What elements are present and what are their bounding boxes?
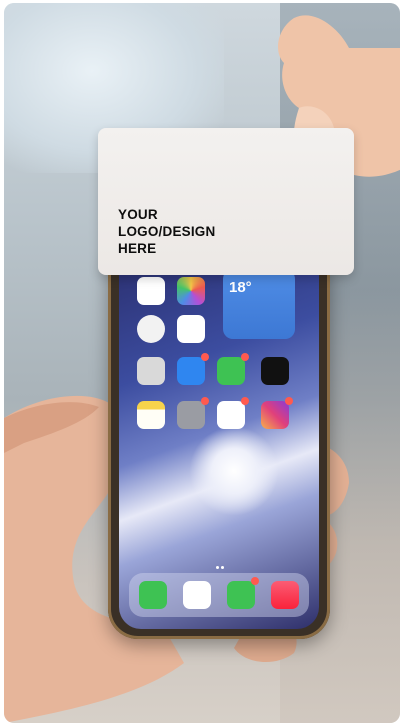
instagram-icon[interactable] — [261, 401, 289, 429]
weather-temperature: 18° — [229, 279, 252, 296]
notes-icon[interactable] — [137, 401, 165, 429]
messages-icon[interactable] — [227, 581, 255, 609]
nfc-card: YOUR LOGO/DESIGN HERE — [98, 128, 354, 275]
photo-frame: 18° YOUR LOGO/DESIGN HERE — [4, 3, 400, 723]
page-indicator — [215, 556, 225, 569]
card-line-2: LOGO/DESIGN — [118, 224, 216, 239]
instagram-badge — [285, 397, 293, 405]
tiktok-icon[interactable] — [261, 357, 289, 385]
wallpaper-glow — [189, 426, 279, 516]
phone-screen: 18° — [119, 251, 319, 629]
youtube-badge — [241, 397, 249, 405]
music-icon[interactable] — [271, 581, 299, 609]
camera-icon[interactable] — [137, 357, 165, 385]
safari-icon[interactable] — [183, 581, 211, 609]
mail-badge — [201, 353, 209, 361]
reminders-icon[interactable] — [177, 315, 205, 343]
card-line-3: HERE — [118, 241, 157, 256]
whatsapp-icon[interactable] — [217, 357, 245, 385]
card-logo-text: YOUR LOGO/DESIGN HERE — [118, 206, 215, 257]
clock-icon[interactable] — [137, 315, 165, 343]
card-line-1: YOUR — [118, 207, 158, 222]
mail-icon[interactable] — [177, 357, 205, 385]
messages-badge — [251, 577, 259, 585]
phone-app-icon[interactable] — [139, 581, 167, 609]
youtube-icon[interactable] — [217, 401, 245, 429]
settings-badge — [201, 397, 209, 405]
smartphone: 18° — [108, 241, 330, 639]
whatsapp-badge — [241, 353, 249, 361]
weather-widget: 18° — [223, 269, 295, 339]
calendar-icon[interactable] — [137, 277, 165, 305]
photos-icon[interactable] — [177, 277, 205, 305]
dock — [129, 573, 309, 617]
settings-icon[interactable] — [177, 401, 205, 429]
